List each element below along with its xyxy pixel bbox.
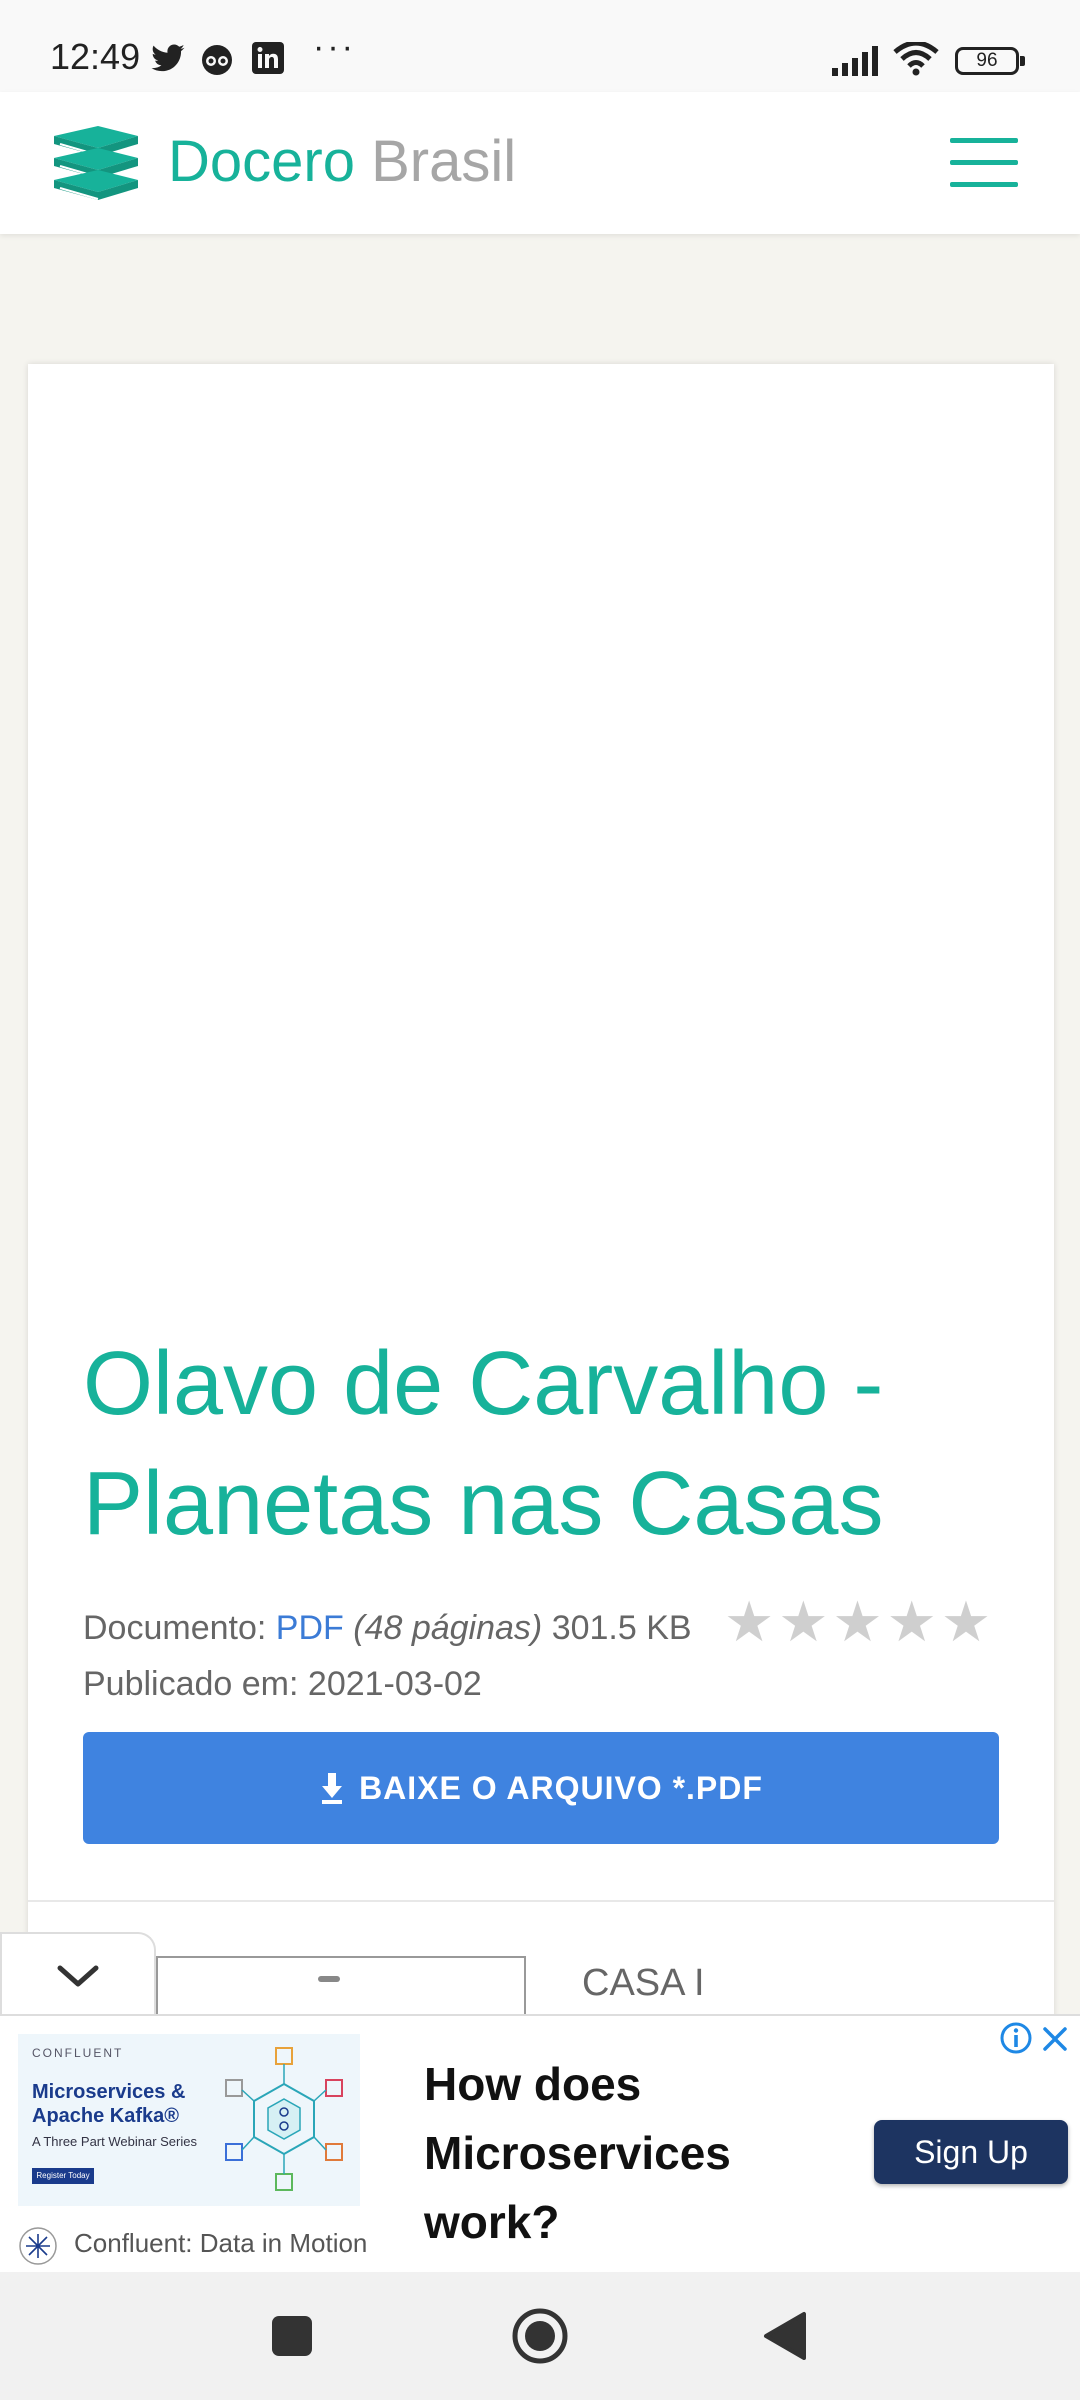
kafka-network-graphic: [225, 2047, 343, 2191]
app-icon: [202, 45, 232, 75]
download-icon: [322, 1773, 343, 1804]
ad-headline[interactable]: How does Microservices work?: [424, 2050, 844, 2257]
signal-icon: [832, 46, 878, 76]
status-bar: 12:49 ··· 96: [0, 0, 1080, 92]
chevron-down-icon: [57, 1965, 99, 1987]
download-label: BAIXE O ARQUIVO *.PDF: [359, 1769, 763, 1806]
ad-advertiser[interactable]: Confluent: Data in Motion: [74, 2228, 367, 2259]
download-button[interactable]: BAIXE O ARQUIVO *.PDF: [83, 1732, 999, 1844]
ad-image-title: Microservices & Apache Kafka®: [32, 2081, 186, 2127]
logo-secondary: Brasil: [371, 129, 517, 194]
published-label: Publicado em:: [83, 1665, 299, 1703]
wifi-icon: [893, 42, 939, 76]
ad-close-icon[interactable]: [1040, 2024, 1070, 2054]
star-icon[interactable]: ★: [832, 1590, 886, 1655]
star-icon[interactable]: ★: [941, 1590, 995, 1655]
ad-image-cta: Register Today: [32, 2168, 94, 2184]
logo-primary: Docero: [168, 129, 355, 194]
star-icon[interactable]: ★: [778, 1590, 832, 1655]
document-card: Olavo de Carvalho - Planetas nas Casas D…: [28, 364, 1054, 2036]
ad-image-brand: CONFLUENT: [32, 2046, 124, 2060]
page-count: (48 páginas): [353, 1609, 543, 1647]
battery-icon: 96: [955, 47, 1025, 75]
published-date: 2021-03-02: [307, 1665, 482, 1703]
type-label: Documento:: [83, 1609, 267, 1647]
hamburger-menu-icon[interactable]: [950, 138, 1018, 188]
ad-image[interactable]: CONFLUENT Microservices & Apache Kafka® …: [18, 2034, 360, 2206]
status-time: 12:49: [50, 36, 141, 77]
document-title: Olavo de Carvalho - Planetas nas Casas: [83, 1334, 884, 1554]
preview-text: CASA I: [582, 1962, 705, 2004]
file-size: 301.5 KB: [551, 1609, 692, 1647]
ad-info-icon[interactable]: [998, 2020, 1034, 2056]
recents-icon[interactable]: [270, 2314, 314, 2358]
divider: [28, 1900, 1054, 1902]
ad-banner[interactable]: CONFLUENT Microservices & Apache Kafka® …: [0, 2014, 1080, 2272]
back-icon[interactable]: [762, 2310, 808, 2362]
type-link[interactable]: PDF: [276, 1609, 344, 1647]
star-icon[interactable]: ★: [887, 1590, 941, 1655]
rating-stars[interactable]: ★★★★★: [724, 1590, 995, 1655]
home-icon[interactable]: [510, 2306, 570, 2366]
more-dots-icon: ···: [313, 28, 356, 66]
twitter-icon: [151, 44, 185, 72]
linkedin-icon: [252, 42, 284, 74]
thumbnail-mark: [318, 1976, 340, 1982]
navigation-bar: [0, 2272, 1080, 2400]
site-header: Docero Brasil: [0, 92, 1080, 234]
collapse-ad-button[interactable]: [0, 1932, 156, 2016]
confluent-logo-icon: [19, 2227, 57, 2265]
star-icon[interactable]: ★: [724, 1590, 778, 1655]
ad-image-subtitle: A Three Part Webinar Series: [32, 2134, 197, 2149]
ad-signup-button[interactable]: Sign Up: [874, 2120, 1068, 2184]
document-meta: Documento: PDF (48 páginas) 301.5 KB Pub…: [83, 1600, 692, 1712]
site-logo[interactable]: Docero Brasil: [168, 128, 516, 195]
books-logo-icon[interactable]: [48, 122, 144, 202]
